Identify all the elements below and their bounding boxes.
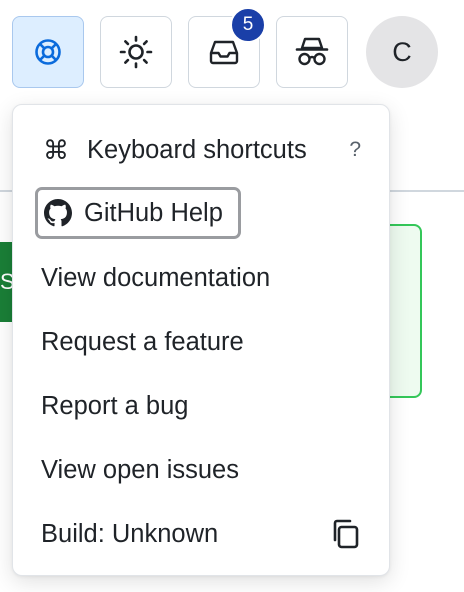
copy-icon <box>333 519 359 549</box>
build-info-label: Build: Unknown <box>41 519 219 548</box>
help-button[interactable] <box>12 16 84 88</box>
avatar-initial: C <box>392 36 412 67</box>
help-menu: ⌘ Keyboard shortcuts ? GitHub Help View … <box>12 104 390 576</box>
menu-item-view-open-issues[interactable]: View open issues <box>41 444 361 496</box>
sun-icon <box>119 35 153 69</box>
user-avatar[interactable]: C <box>366 16 438 88</box>
menu-item-build-info: Build: Unknown <box>41 508 361 560</box>
lifebuoy-icon <box>35 39 61 65</box>
menu-item-view-documentation[interactable]: View documentation <box>41 252 361 304</box>
menu-item-label: View open issues <box>41 455 239 484</box>
github-icon <box>44 199 72 227</box>
menu-item-label: Request a feature <box>41 327 244 356</box>
theme-toggle-button[interactable] <box>100 16 172 88</box>
copy-build-button[interactable] <box>331 518 361 550</box>
shortcut-hint: ? <box>349 138 361 161</box>
menu-item-request-feature[interactable]: Request a feature <box>41 316 361 368</box>
command-icon: ⌘ <box>43 134 69 165</box>
menu-item-label: Keyboard shortcuts <box>87 135 307 164</box>
incognito-icon <box>295 37 329 66</box>
menu-item-github-help[interactable]: GitHub Help <box>35 187 241 239</box>
menu-item-label: GitHub Help <box>84 198 223 227</box>
inbox-count-badge: 5 <box>230 7 266 43</box>
menu-item-label: Report a bug <box>41 391 189 420</box>
menu-item-keyboard-shortcuts[interactable]: ⌘ Keyboard shortcuts ? <box>41 124 361 176</box>
incognito-button[interactable] <box>276 16 348 88</box>
menu-item-report-bug[interactable]: Report a bug <box>41 380 361 432</box>
menu-item-label: View documentation <box>41 263 271 292</box>
inbox-icon <box>209 40 239 65</box>
